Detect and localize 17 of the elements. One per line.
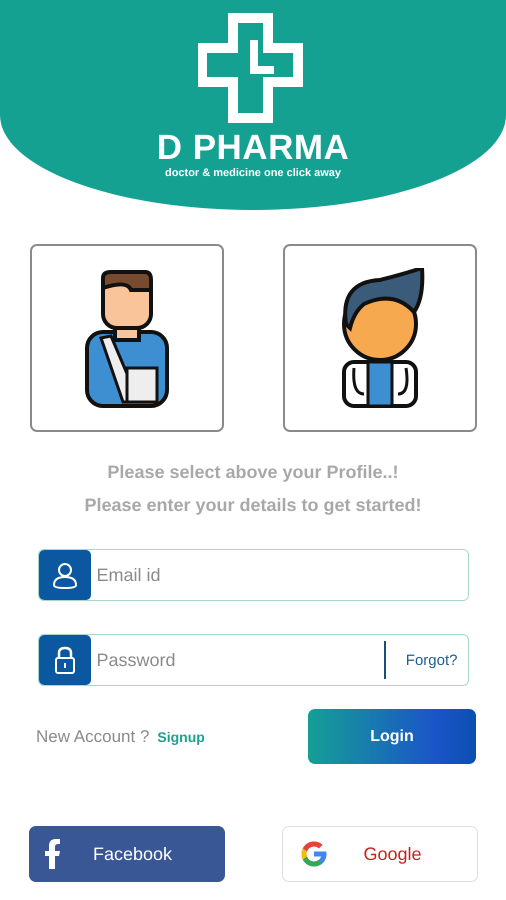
forgot-link[interactable]: Forgot? [384, 641, 468, 679]
google-button[interactable]: Google [282, 826, 478, 882]
facebook-icon [44, 839, 60, 869]
app-tagline: doctor & medicine one click away [164, 167, 342, 179]
email-field[interactable]: Email id [38, 549, 468, 601]
user-icon [52, 561, 78, 589]
instruction-text: Please select above your Profile..! [107, 461, 399, 484]
lock-icon [54, 646, 76, 674]
doctor-profile-card[interactable] [282, 244, 476, 432]
new-account-text: New Account ? [36, 726, 150, 746]
facebook-button[interactable]: Facebook [28, 826, 224, 882]
app-title: D PHARMA [156, 130, 350, 166]
instruction-text: Please enter your details to get started! [84, 494, 422, 517]
login-button[interactable]: Login [308, 709, 476, 764]
google-icon [298, 839, 328, 869]
password-field[interactable]: Password Forgot? [38, 634, 468, 686]
patient-profile-card[interactable] [30, 244, 224, 432]
